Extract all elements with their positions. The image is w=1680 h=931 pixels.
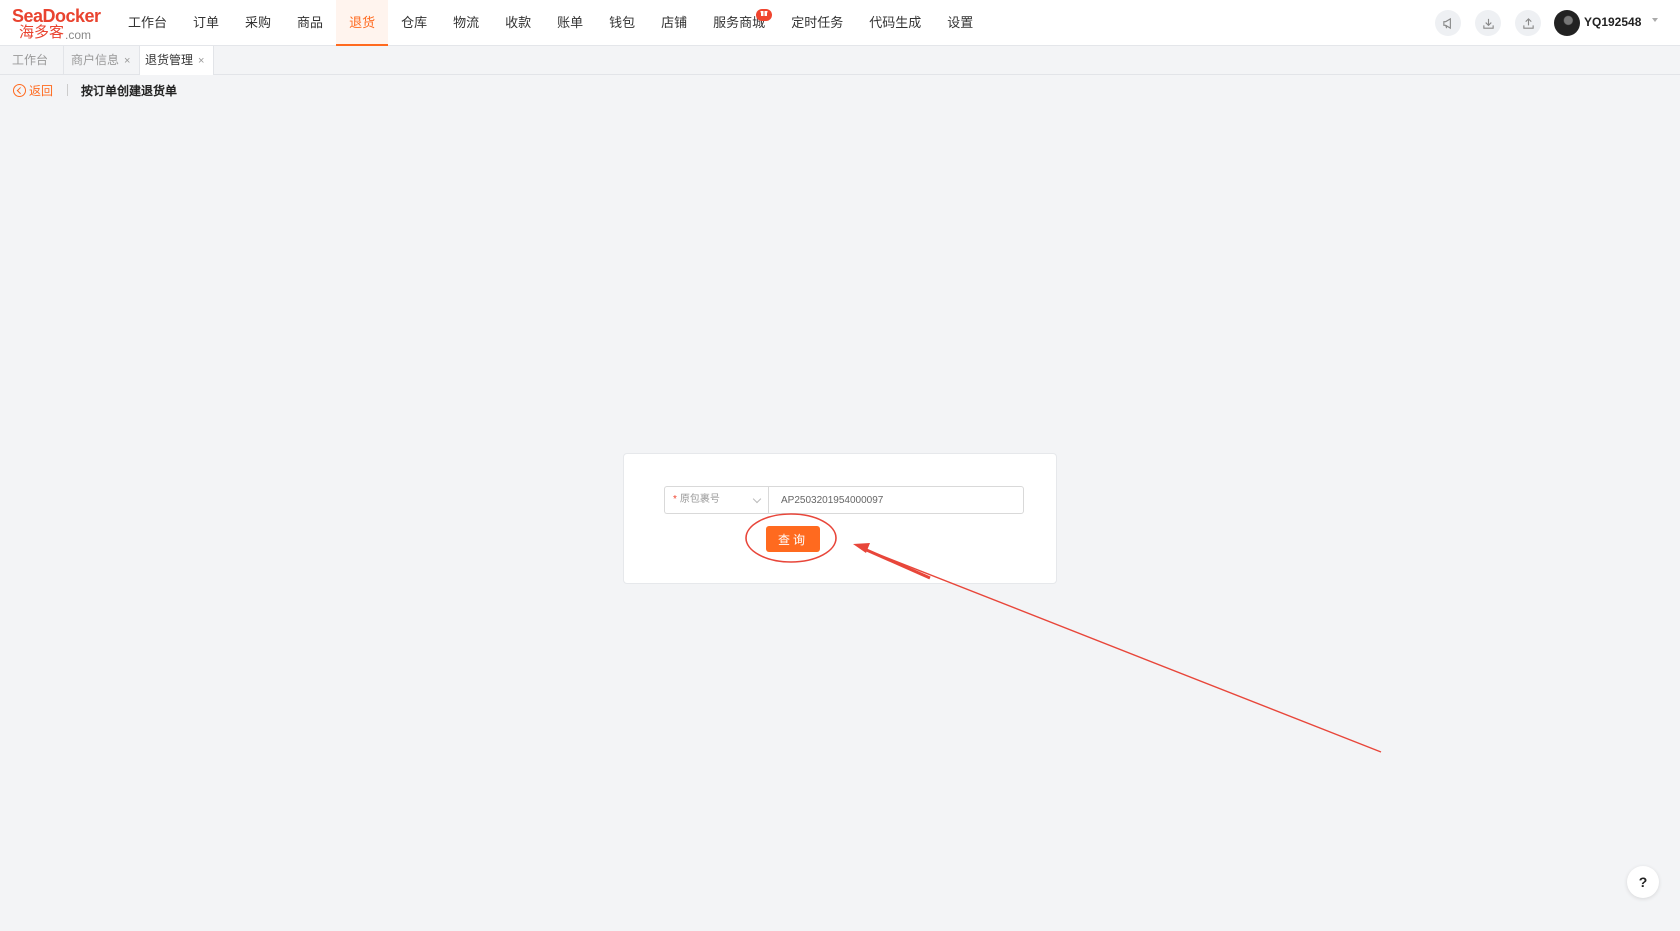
tab-workbench[interactable]: 工作台 — [0, 46, 64, 75]
back-button[interactable]: 返回 — [13, 82, 53, 99]
page-title: 按订单创建退货单 — [81, 83, 178, 98]
logo-domain: .com — [65, 28, 92, 42]
nav-item-code-gen[interactable]: 代码生成 — [856, 0, 934, 46]
chevron-down-icon — [752, 494, 762, 504]
tab-return-management[interactable]: 退货管理 × — [140, 46, 214, 75]
avatar[interactable] — [1554, 10, 1580, 36]
nav-item-orders[interactable]: 订单 — [180, 0, 232, 46]
field-select-value: 原包裹号 — [679, 494, 720, 505]
page-tabs: 工作台 商户信息 × 退货管理 × — [0, 46, 1680, 75]
package-number-input[interactable] — [768, 486, 1024, 514]
nav-item-wallet[interactable]: 钱包 — [596, 0, 648, 46]
upload-icon[interactable] — [1515, 10, 1541, 36]
nav-item-logistics[interactable]: 物流 — [440, 0, 492, 46]
required-mark: * — [673, 494, 677, 505]
logo[interactable]: SeaDocker 海多客 .com — [12, 6, 102, 42]
nav-item-workbench[interactable]: 工作台 — [115, 0, 180, 46]
breadcrumb: 返回 按订单创建退货单 — [13, 82, 177, 98]
gift-badge-icon — [756, 9, 773, 21]
query-button[interactable]: 查询 — [766, 526, 820, 552]
nav-item-products[interactable]: 商品 — [284, 0, 336, 46]
tab-merchant-info[interactable]: 商户信息 × — [64, 46, 140, 75]
nav-item-settings[interactable]: 设置 — [934, 0, 986, 46]
nav-item-bills[interactable]: 账单 — [544, 0, 596, 46]
field-type-select[interactable]: * 原包裹号 — [664, 486, 769, 514]
close-icon[interactable]: × — [124, 55, 130, 67]
download-icon[interactable] — [1475, 10, 1501, 36]
divider — [67, 84, 69, 96]
logo-brand: SeaDocker — [12, 6, 101, 26]
nav-item-returns[interactable]: 退货 — [336, 0, 389, 47]
close-icon[interactable]: × — [198, 55, 204, 67]
megaphone-icon[interactable] — [1435, 10, 1461, 36]
help-button[interactable]: ? — [1627, 866, 1659, 898]
chevron-down-icon[interactable] — [1652, 18, 1658, 22]
nav-item-stores[interactable]: 店铺 — [648, 0, 700, 46]
nav-item-warehouse[interactable]: 仓库 — [388, 0, 440, 46]
nav-item-scheduled-tasks[interactable]: 定时任务 — [778, 0, 856, 46]
nav-item-service-mall[interactable]: 服务商城 — [700, 0, 778, 46]
logo-cn: 海多客 — [19, 24, 65, 41]
top-navbar: SeaDocker 海多客 .com 工作台 订单 采购 商品 退货 仓库 物流… — [0, 0, 1680, 47]
nav-item-purchase[interactable]: 采购 — [232, 0, 284, 46]
main-nav: 工作台 订单 采购 商品 退货 仓库 物流 收款 账单 钱包 店铺 服务商城 定… — [115, 0, 986, 47]
query-card: *原包裹号 查询 — [623, 453, 1057, 584]
back-arrow-icon — [13, 83, 26, 97]
username[interactable]: YQ192548 — [1584, 15, 1641, 29]
nav-item-receipts[interactable]: 收款 — [492, 0, 544, 46]
